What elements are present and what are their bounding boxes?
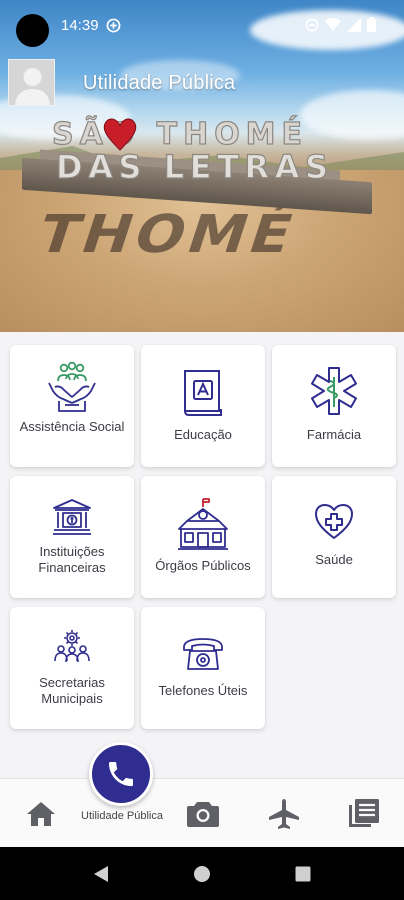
status-bar: 14:39	[0, 0, 404, 52]
nav-utilidade-publica-button[interactable]	[89, 742, 153, 806]
service-label: Órgãos Públicos	[155, 558, 251, 573]
recents-button[interactable]	[283, 847, 323, 900]
status-time: 14:39	[61, 17, 99, 34]
phone-icon	[109, 762, 133, 787]
service-label: Secretarias Municipais	[39, 675, 105, 706]
sao-thome-sign: SÃO THOMÉ DAS LETRAS	[52, 114, 329, 182]
service-label: Telefones Úteis	[158, 683, 248, 698]
recents-icon	[295, 866, 311, 881]
dnd-icon	[305, 18, 319, 37]
camera-icon	[187, 801, 219, 827]
service-card-educacao[interactable]: Educação	[141, 345, 265, 467]
service-card-secretarias-municipais[interactable]: Secretarias Municipais	[10, 607, 134, 729]
battery-icon	[367, 17, 376, 37]
helping-hands-icon	[48, 361, 96, 412]
service-label: Instituições Financeiras	[38, 544, 106, 575]
data-saver-icon	[106, 18, 121, 38]
nav-travel[interactable]	[261, 779, 307, 848]
page-title: Utilidade Pública	[83, 72, 236, 94]
service-label: Assistência Social	[19, 419, 125, 434]
public-building-icon	[178, 498, 228, 550]
service-label: Farmácia	[306, 427, 362, 442]
home-circle-icon	[194, 865, 210, 882]
sign-bottom-text: DAS LETRAS	[56, 148, 328, 182]
service-card-instituicoes-financeiras[interactable]: Instituições Financeiras	[10, 476, 134, 598]
user-icon	[9, 60, 54, 105]
bottom-navigation	[0, 778, 404, 847]
nav-camera[interactable]	[180, 779, 226, 848]
home-system-button[interactable]	[182, 847, 222, 900]
airplane-icon	[269, 798, 299, 829]
team-gear-icon	[54, 630, 90, 663]
nav-utilidade-publica-label: Utilidade Pública	[81, 810, 163, 822]
service-card-saude[interactable]: Saúde	[272, 476, 396, 598]
camera-cutout	[16, 14, 49, 47]
signal-icon	[347, 17, 361, 37]
service-label: Saúde	[315, 552, 353, 567]
service-card-telefones-uteis[interactable]: Telefones Úteis	[141, 607, 265, 729]
avatar[interactable]	[8, 59, 55, 106]
sign-top-text: SÃO THOMÉ	[52, 115, 302, 152]
nav-news[interactable]	[341, 779, 387, 848]
telephone-icon	[183, 638, 223, 670]
service-card-orgaos-publicos[interactable]: Órgãos Públicos	[141, 476, 265, 598]
service-card-farmacia[interactable]: Farmácia	[272, 345, 396, 467]
nav-home[interactable]	[18, 779, 64, 848]
service-card-assistencia-social[interactable]: Assistência Social	[10, 345, 134, 467]
system-navigation-bar	[0, 847, 404, 900]
service-label: Educação	[174, 427, 232, 442]
sign-shadow: THOMÉ	[30, 203, 305, 265]
wifi-icon	[325, 17, 341, 37]
book-icon	[184, 370, 222, 416]
heart-cross-icon	[315, 504, 353, 539]
bank-icon	[53, 499, 91, 535]
back-icon	[94, 865, 108, 882]
medical-star-icon	[311, 367, 357, 415]
back-button[interactable]	[81, 847, 121, 900]
news-icon	[349, 798, 379, 827]
home-icon	[27, 801, 55, 826]
